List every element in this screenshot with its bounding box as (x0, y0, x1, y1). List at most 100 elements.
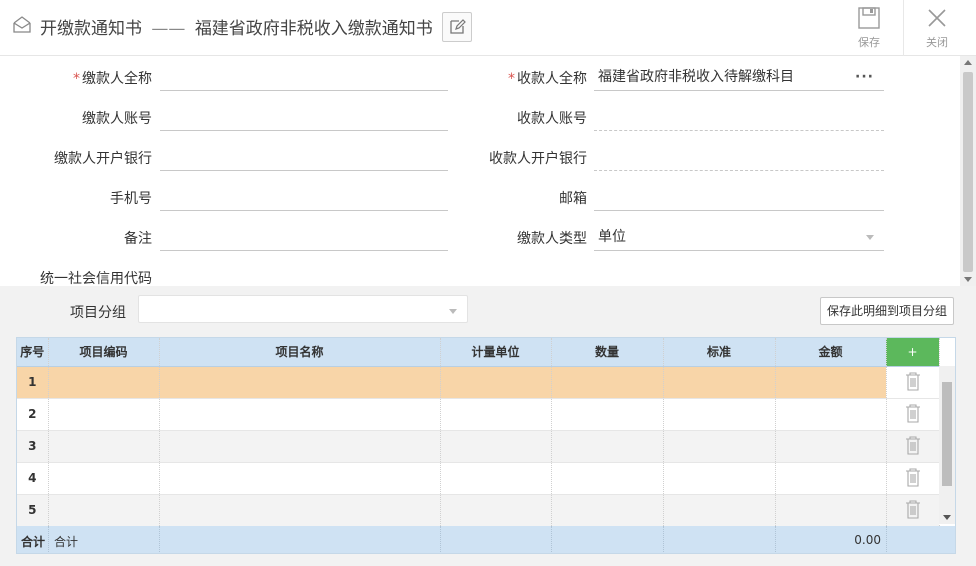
payer-bank-label: 缴款人开户银行 (54, 151, 152, 167)
grid-scroll-thumb[interactable] (942, 382, 952, 486)
cell-name[interactable] (159, 494, 441, 527)
cell-standard[interactable] (663, 430, 776, 463)
total-label: 合计 (21, 535, 46, 549)
cell-amount[interactable] (775, 366, 887, 399)
delete-cell[interactable] (886, 462, 940, 495)
scroll-down-icon[interactable] (943, 515, 951, 520)
email-label: 邮箱 (559, 191, 587, 207)
phone-input[interactable] (160, 185, 448, 211)
trash-icon[interactable] (905, 435, 921, 455)
cell-amount[interactable] (775, 430, 887, 463)
row-index: 3 (17, 430, 49, 463)
col-header-code: 项目编码 (48, 338, 160, 367)
cell-name[interactable] (159, 366, 441, 399)
cell-unit[interactable] (440, 430, 552, 463)
payer-bank-input[interactable] (160, 145, 448, 171)
table-row[interactable]: 3 (17, 430, 940, 463)
scroll-thumb[interactable] (963, 72, 973, 272)
email-input[interactable] (594, 185, 884, 211)
remark-input[interactable] (160, 225, 448, 251)
cell-code[interactable] (48, 398, 160, 431)
cell-name[interactable] (159, 462, 441, 495)
cell-standard[interactable] (663, 494, 776, 527)
cell-code[interactable] (48, 430, 160, 463)
payee-name-label-text: 收款人全称 (517, 71, 587, 87)
scroll-up-icon[interactable] (964, 60, 972, 65)
row-index: 5 (17, 494, 49, 527)
cell-unit[interactable] (440, 462, 552, 495)
payee-name-label: * 收款人全称 (460, 68, 587, 88)
required-mark: * (508, 71, 515, 87)
cell-unit[interactable] (440, 398, 552, 431)
delete-cell[interactable] (886, 494, 940, 527)
col-header-unit: 计量单位 (440, 338, 552, 367)
cell-code[interactable] (48, 494, 160, 527)
cell-standard[interactable] (663, 366, 776, 399)
cell-unit[interactable] (440, 366, 552, 399)
cell-standard[interactable] (663, 398, 776, 431)
grid-scrollbar[interactable] (939, 366, 955, 524)
add-row-button[interactable]: + (886, 338, 940, 367)
chevron-down-icon (866, 235, 874, 240)
items-grid: 序号 项目编码 项目名称 计量单位 数量 标准 金额 + 1 2 3 4 5 合… (16, 337, 956, 554)
chevron-down-icon (449, 309, 457, 314)
divider (663, 526, 664, 553)
cell-code[interactable] (48, 366, 160, 399)
cell-amount[interactable] (775, 494, 887, 527)
phone-label: 手机号 (110, 191, 152, 207)
table-row[interactable]: 1 (17, 366, 940, 399)
save-button[interactable]: 保存 (844, 6, 894, 52)
trash-icon[interactable] (905, 403, 921, 423)
divider (886, 526, 887, 553)
cell-amount[interactable] (775, 462, 887, 495)
payer-account-input[interactable] (160, 105, 448, 131)
trash-icon[interactable] (905, 467, 921, 487)
payer-type-select[interactable]: 单位 (594, 225, 884, 251)
delete-cell[interactable] (886, 398, 940, 431)
cell-quantity[interactable] (551, 462, 664, 495)
more-options-icon[interactable]: ··· (855, 65, 874, 89)
payee-account-label: 收款人账号 (517, 111, 587, 127)
project-group-label: 项目分组 (70, 305, 126, 321)
total-amount: 0.00 (854, 533, 881, 547)
save-to-group-button[interactable]: 保存此明细到项目分组 (820, 297, 954, 325)
cell-name[interactable] (159, 398, 441, 431)
save-label: 保存 (858, 36, 880, 49)
page-title: 开缴款通知书 —— 福建省政府非税收入缴款通知书 (40, 14, 433, 39)
cell-quantity[interactable] (551, 494, 664, 527)
cell-quantity[interactable] (551, 430, 664, 463)
cell-code[interactable] (48, 462, 160, 495)
trash-icon[interactable] (905, 371, 921, 391)
project-group-select[interactable] (138, 295, 468, 323)
trash-icon[interactable] (905, 499, 921, 519)
payer-form: * 缴款人全称 * 收款人全称 福建省政府非税收入待解缴科目 ··· 缴款人账号 收款… (0, 56, 960, 286)
cell-quantity[interactable] (551, 366, 664, 399)
payee-name-value: 福建省政府非税收入待解缴科目 (598, 69, 794, 85)
table-row[interactable]: 4 (17, 462, 940, 495)
col-header-standard: 标准 (663, 338, 776, 367)
divider (551, 526, 552, 553)
payee-name-input[interactable]: 福建省政府非税收入待解缴科目 ··· (594, 65, 884, 91)
cell-quantity[interactable] (551, 398, 664, 431)
scroll-down-icon[interactable] (964, 277, 972, 282)
cell-amount[interactable] (775, 398, 887, 431)
table-row[interactable]: 2 (17, 398, 940, 431)
cell-unit[interactable] (440, 494, 552, 527)
total-label-secondary: 合计 (54, 535, 79, 549)
edit-title-button[interactable] (442, 12, 472, 42)
cell-name[interactable] (159, 430, 441, 463)
payer-name-label-text: 缴款人全称 (82, 71, 152, 87)
close-button[interactable]: 关闭 (912, 6, 962, 52)
cell-standard[interactable] (663, 462, 776, 495)
delete-cell[interactable] (886, 366, 940, 399)
form-scrollbar[interactable] (960, 56, 976, 286)
payee-bank-input (594, 145, 884, 171)
close-label: 关闭 (926, 36, 948, 49)
table-row[interactable]: 5 (17, 494, 940, 527)
delete-cell[interactable] (886, 430, 940, 463)
payer-name-input[interactable] (160, 65, 448, 91)
col-header-index: 序号 (17, 338, 49, 367)
row-index: 4 (17, 462, 49, 495)
payer-type-label: 缴款人类型 (517, 231, 587, 247)
close-icon (928, 9, 946, 27)
